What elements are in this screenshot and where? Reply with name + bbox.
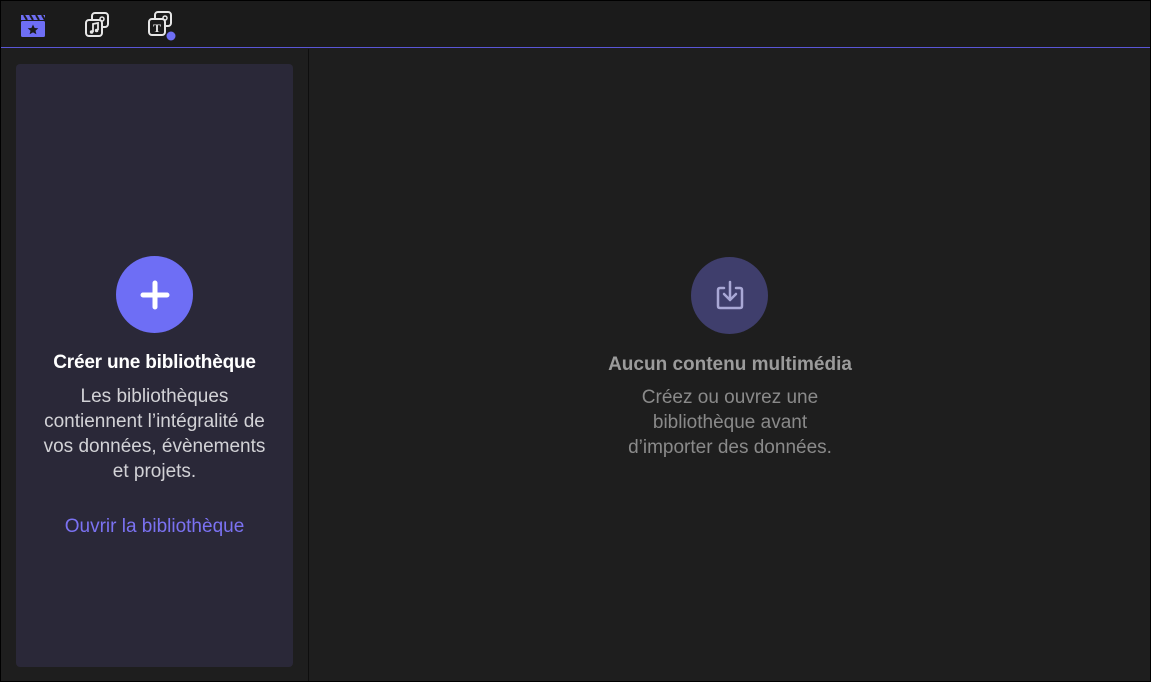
description-line: vos données, évènements bbox=[43, 436, 266, 457]
description-line: bibliothèque avant bbox=[652, 412, 808, 433]
import-icon bbox=[716, 280, 743, 309]
create-library-card: Créer une bibliothèque Les bibliothèques… bbox=[16, 64, 293, 667]
toolbar: T bbox=[1, 1, 1150, 48]
description-line: et projets. bbox=[112, 461, 197, 482]
description-line: Créez ou ouvrez une bbox=[641, 387, 819, 408]
import-media-icon-circle bbox=[691, 257, 768, 334]
titles-generators-button[interactable]: T bbox=[145, 9, 177, 41]
open-library-link[interactable]: Ouvrir la bibliothèque bbox=[16, 516, 293, 538]
titles-generators-icon: T bbox=[148, 11, 176, 41]
create-library-description: Les bibliothèques contiennent l’intégral… bbox=[24, 384, 285, 484]
notification-dot-icon bbox=[166, 31, 176, 41]
photos-audio-button[interactable] bbox=[81, 9, 113, 41]
app-window: T Créer une bibliothèque Les bibliothèqu… bbox=[0, 0, 1151, 682]
empty-state-title: Aucun contenu multimédia bbox=[608, 354, 852, 375]
description-line: d’importer des données. bbox=[628, 437, 832, 458]
description-line: contiennent l’intégralité de bbox=[44, 411, 265, 432]
empty-state-description: Créez ou ouvrez une bibliothèque avant d… bbox=[309, 385, 1150, 460]
sidebar: Créer une bibliothèque Les bibliothèques… bbox=[1, 49, 309, 681]
create-library-title: Créer une bibliothèque bbox=[53, 352, 256, 373]
photos-music-icon bbox=[85, 12, 109, 37]
svg-text:T: T bbox=[153, 21, 161, 35]
create-library-button[interactable] bbox=[116, 256, 193, 333]
clapperboard-star-icon bbox=[21, 14, 46, 37]
plus-icon bbox=[140, 280, 169, 309]
description-line: Les bibliothèques bbox=[80, 386, 229, 407]
browser-main-area: Aucun contenu multimédia Créez ou ouvrez… bbox=[309, 49, 1150, 681]
libraries-browser-button[interactable] bbox=[17, 9, 49, 41]
